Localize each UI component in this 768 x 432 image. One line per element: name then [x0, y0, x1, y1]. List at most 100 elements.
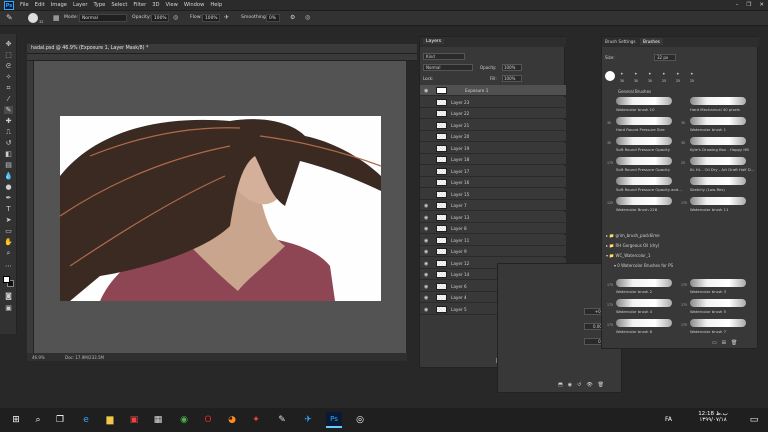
layer-row[interactable]: ◉ Layer 11 — [420, 234, 566, 246]
chrome-icon[interactable]: ◉ — [176, 412, 192, 428]
dodge-tool-icon[interactable]: ● — [4, 183, 13, 191]
eraser-tool-icon[interactable]: ◧ — [4, 150, 13, 158]
brush-preset[interactable]: 25 KL HL - Oil Dry - Art Draft Half D... — [680, 155, 754, 174]
preset-4-icon[interactable]: • — [662, 71, 666, 78]
layer-row[interactable]: Layer 18 — [420, 154, 566, 165]
photoshop-taskbar-icon[interactable]: Ps — [326, 412, 342, 428]
hand-tool-icon[interactable]: ✋ — [4, 238, 13, 246]
preset-3-icon[interactable]: • — [648, 71, 652, 78]
new-folder-icon[interactable]: ▭ — [712, 340, 717, 346]
zoom-level[interactable]: 46.9% — [32, 355, 45, 360]
layers-tab[interactable]: Layers — [423, 39, 445, 44]
crop-tool-icon[interactable]: ⌗ — [4, 84, 13, 92]
trash-icon[interactable]: 🗑 — [598, 382, 604, 388]
folder-item[interactable]: ▾ 📁 WC_Watercolor_1 — [606, 253, 650, 258]
horizontal-ruler[interactable] — [27, 54, 417, 61]
screen-mode-icon[interactable]: ▣ — [4, 304, 13, 312]
visibility-eye-icon[interactable]: ◉ — [424, 272, 428, 278]
gear-icon[interactable]: ⚙ — [290, 14, 295, 21]
visibility-eye-icon[interactable]: ◉ — [424, 215, 428, 221]
brush-preset[interactable]: 175 Watercolor brush 7 — [680, 317, 752, 336]
more-tools-icon[interactable]: ⋯ — [4, 262, 13, 270]
windows-start-icon[interactable]: ⊞ — [8, 412, 24, 428]
pen-tool-icon[interactable]: ✒ — [4, 194, 13, 202]
menu-filter[interactable]: Filter — [133, 2, 146, 8]
zoom-tool-icon[interactable]: ⌕ — [4, 249, 13, 257]
layers-opacity-field[interactable]: 100% — [502, 64, 522, 71]
menu-type[interactable]: Type — [93, 2, 105, 8]
eyedropper-tool-icon[interactable]: ⁄ — [4, 95, 13, 103]
foreground-color-swatch[interactable] — [3, 276, 10, 283]
new-brush-icon[interactable]: ⊞ — [722, 340, 726, 346]
layer-row[interactable]: ◉ Layer 8 — [420, 223, 566, 234]
brushes-tab[interactable]: Brushes — [640, 38, 663, 45]
brush-preset[interactable]: 30 Soft Round Pressure Opacity — [606, 135, 678, 154]
brush-settings-icon[interactable]: ▦ — [53, 14, 60, 22]
layer-row[interactable]: Layer 21 — [420, 119, 566, 131]
pressure-opacity-icon[interactable]: ◎ — [173, 14, 178, 21]
brush-preset-icon[interactable] — [28, 13, 38, 23]
document-tab[interactable]: hadal.psd @ 46.9% (Exposure 1, Layer Mas… — [27, 44, 417, 54]
clock[interactable]: 12:18 ب.ظ ۱۳۹۹/۰۷/۱۸ — [688, 411, 738, 423]
menu-file[interactable]: File — [20, 2, 29, 8]
brush-size-field[interactable]: 32 px — [654, 54, 676, 61]
layer-row[interactable]: Layer 20 — [420, 131, 566, 142]
delete-brush-icon[interactable]: 🗑 — [731, 340, 737, 346]
general-brushes-folder[interactable]: General Brushes — [618, 89, 651, 94]
clone-stamp-tool-icon[interactable]: ⎍ — [4, 128, 13, 136]
brush-preset[interactable]: Watercolor brush 10 — [606, 95, 678, 114]
layer-row[interactable]: Layer 19 — [420, 142, 566, 154]
visibility-eye-icon[interactable]: ◉ — [424, 238, 428, 244]
quick-select-tool-icon[interactable]: ✧ — [4, 73, 13, 81]
brush-tool-icon[interactable]: ✎ — [6, 13, 13, 22]
menu-help[interactable]: Help — [210, 2, 222, 8]
painting-canvas[interactable] — [60, 116, 381, 301]
visibility-eye-icon[interactable]: ◉ — [424, 284, 428, 290]
brush-preset[interactable]: 175 Watercolor brush 6 — [606, 317, 678, 336]
input-language[interactable]: FA — [665, 416, 672, 423]
move-tool-icon[interactable]: ✥ — [4, 40, 13, 48]
brush-settings-tab[interactable]: Brush Settings — [605, 39, 636, 44]
flow-field[interactable]: 100% — [202, 14, 220, 22]
close-button[interactable]: ✕ — [759, 2, 764, 8]
folder-item[interactable]: ▸ 📁 RH Gorgeous Oil (dry) — [606, 243, 659, 248]
layer-filter-kind[interactable]: Kind — [423, 53, 465, 60]
blend-mode-select[interactable]: Normal — [423, 64, 473, 71]
view-previous-icon[interactable]: ◉ — [568, 382, 572, 388]
visibility-eye-icon[interactable]: ◉ — [424, 226, 428, 232]
preset-5-icon[interactable]: • — [676, 71, 680, 78]
layer-row[interactable]: ◉ Exposure 1 — [420, 85, 566, 96]
opacity-field[interactable]: 100% — [151, 14, 169, 22]
preset-6-icon[interactable]: • — [690, 71, 694, 78]
blur-tool-icon[interactable]: 💧 — [4, 172, 13, 180]
menu-window[interactable]: Window — [184, 2, 204, 8]
path-select-tool-icon[interactable]: ➤ — [4, 216, 13, 224]
paint-app-icon[interactable]: ✎ — [274, 412, 290, 428]
brush-preset[interactable]: 175 Watercolor brush 2 — [606, 277, 678, 296]
visibility-eye-icon[interactable]: ◉ — [424, 307, 428, 313]
brush-preset[interactable]: 175 Watercolor brush 5 — [680, 297, 752, 316]
brush-preset[interactable]: Soft Round Pressure Opacity and... — [606, 175, 682, 194]
layer-row[interactable]: ◉ Layer 7 — [420, 200, 566, 211]
layer-row[interactable]: Layer 17 — [420, 165, 566, 177]
brush-preset[interactable]: 175 Watercolor brush 4 — [606, 297, 678, 316]
brush-preset[interactable]: Hard Mechanical 40 pixels — [680, 95, 752, 114]
calculator-icon[interactable]: ▦ — [150, 412, 166, 428]
history-brush-icon[interactable]: ↺ — [4, 139, 13, 147]
smoothing-field[interactable]: 0% — [266, 14, 280, 22]
preset-2-icon[interactable]: • — [634, 71, 638, 78]
brush-tool-icon[interactable]: ✎ — [4, 106, 13, 114]
brush-preset[interactable]: Sketchy (Low-Res) — [680, 175, 752, 194]
type-tool-icon[interactable]: T — [4, 205, 13, 213]
visibility-eye-icon[interactable]: ◉ — [424, 203, 428, 209]
file-explorer-icon[interactable]: ▆ — [102, 412, 118, 428]
layer-row[interactable]: ◉ Layer 13 — [420, 211, 566, 223]
visibility-icon[interactable]: 👁 — [586, 382, 592, 388]
brush-preset[interactable]: 30 Kyle's Drawing Box - Happy HB — [680, 135, 752, 154]
obs-icon[interactable]: ◎ — [352, 412, 368, 428]
brush-preset[interactable]: 175 Watercolor brush 11 — [680, 195, 752, 214]
folder-item[interactable]: ▸ 📁 grim_brush_pack6ime — [606, 233, 660, 238]
brush-preset[interactable]: 125 Watercolor Brush 228 — [606, 195, 678, 214]
menu-layer[interactable]: Layer — [73, 2, 87, 8]
menu-image[interactable]: Image — [51, 2, 67, 8]
